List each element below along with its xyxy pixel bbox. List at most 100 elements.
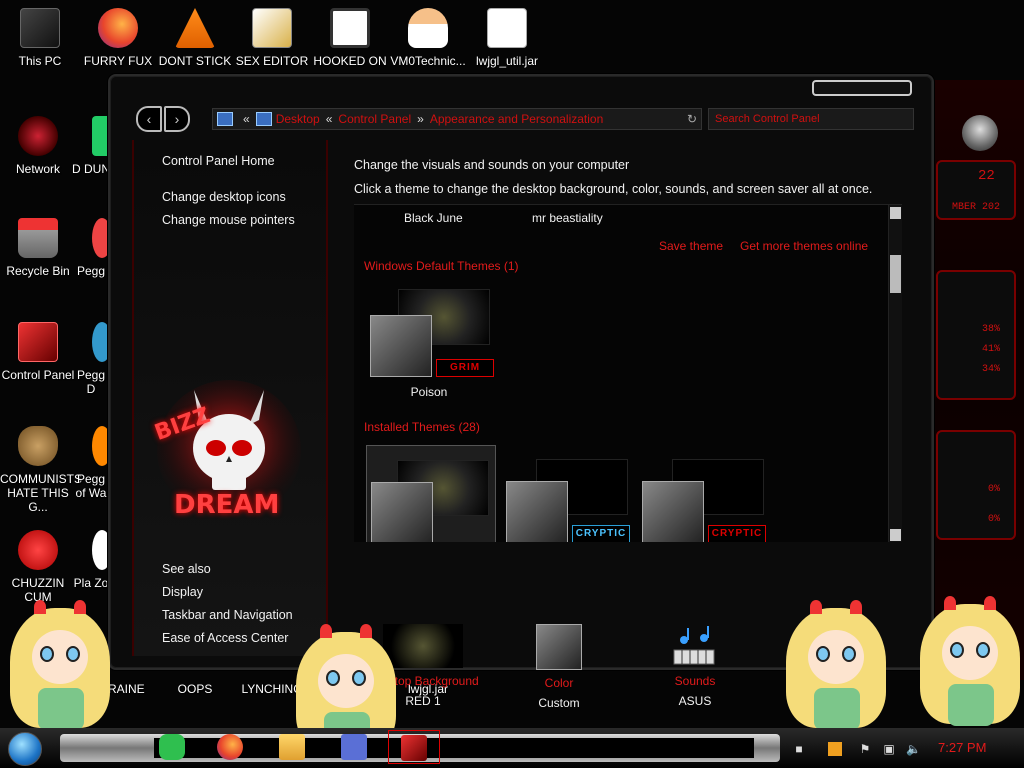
computer-icon [255, 112, 272, 126]
vlc-cone-icon [175, 8, 215, 48]
desktop-icon-label: Pla Zo [73, 576, 109, 590]
wallpaper-panel: 38% 41% 34% [936, 270, 1016, 400]
page-title: Change the visuals and sounds on your co… [354, 158, 630, 172]
main-content: Change the visuals and sounds on your co… [354, 140, 914, 710]
theme-tile-installed-2[interactable]: CRYPTIC [502, 445, 632, 542]
breadcrumb-separator: « [325, 112, 333, 126]
change-mouse-pointers-link[interactable]: Change mouse pointers [162, 213, 295, 227]
tray-stop-icon[interactable]: ■ [792, 742, 806, 756]
desktop-icon-lwjgl-util[interactable]: lwjgl_util.jar [469, 8, 545, 68]
desktop-icon-furry-fux[interactable]: FURRY FUX [80, 8, 156, 68]
my-theme-black-june[interactable]: Black June [404, 211, 463, 225]
desktop-icon-partial[interactable]: Pegg D [72, 322, 110, 396]
taskbar-explorer-button[interactable] [266, 730, 318, 764]
breadcrumb-separator: « [243, 112, 250, 126]
theme-tag: CRYPTIC [708, 525, 766, 542]
desktop-icon-label: Recycle Bin [6, 264, 70, 278]
scroll-down-icon[interactable] [890, 529, 901, 541]
wallpaper-readout: MBER 202 [952, 202, 1001, 213]
desktop-icon-recycle-bin[interactable]: Recycle Bin [0, 218, 76, 278]
desktop-icon-partial[interactable]: Pegg [72, 218, 110, 278]
sounds-icon [668, 624, 722, 668]
taskbar-clock[interactable]: 7:27 PM [938, 740, 986, 755]
scroll-up-icon[interactable] [890, 207, 901, 219]
installed-themes-header: Installed Themes (28) [364, 420, 480, 434]
taskbar-firefox-button[interactable] [204, 730, 256, 764]
wallpaper-readout: 41% [982, 344, 1001, 355]
save-theme-link[interactable]: Save theme [659, 239, 723, 253]
control-panel-window: ‹ › « Desktop « Control Panel » Appearan… [108, 74, 934, 710]
address-bar[interactable]: « Desktop « Control Panel » Appearance a… [212, 108, 702, 130]
sounds-label: Sounds [674, 674, 716, 688]
theme-tag: GRIM [436, 359, 494, 377]
taskbar-navigation-link[interactable]: Taskbar and Navigation [162, 608, 293, 622]
see-also-heading: See also [162, 562, 211, 576]
desktop-icon-label: Pegg D [76, 368, 106, 396]
desktop-icon-label: D DUN [72, 162, 110, 176]
taskbar-control-panel-button[interactable] [388, 730, 440, 764]
computer-icon [217, 112, 233, 126]
breadcrumb-separator: » [417, 112, 424, 126]
sounds-value: ASUS [678, 694, 712, 708]
desktop-icon-this-pc[interactable]: This PC [2, 8, 78, 68]
control-panel-icon [401, 735, 427, 761]
display-link[interactable]: Display [162, 585, 203, 599]
desktop-icon-vm0technic[interactable]: VM0Technic... [390, 8, 466, 68]
theme-tile-poison[interactable]: GRIM Poison [364, 289, 494, 399]
my-theme-mr-beastiality[interactable]: mr beastiality [532, 211, 603, 225]
desktop-icon-label: VM0Technic... [390, 54, 466, 68]
breadcrumb-appearance[interactable]: Appearance and Personalization [430, 112, 603, 126]
firefox-icon [98, 8, 138, 48]
desktop-icon-chuzzin-cum[interactable]: CHUZZIN CUM [0, 530, 76, 604]
window-icon [341, 734, 367, 760]
page-subtitle: Click a theme to change the desktop back… [354, 182, 873, 196]
desktop-icon-label: OOPS [177, 682, 213, 696]
desktop-icon-dont-stick[interactable]: DONT STICK [157, 8, 233, 68]
desktop-icon-partial[interactable]: D DUN [72, 116, 110, 176]
ease-of-access-link[interactable]: Ease of Access Center [162, 631, 288, 645]
desktop-icon-partial[interactable]: Pegg of Wa [72, 426, 110, 500]
refresh-icon[interactable]: ↻ [687, 112, 697, 126]
desktop-icon-network[interactable]: Network [0, 116, 76, 176]
desktop-icon-partial[interactable]: Pla Zo [72, 530, 110, 590]
theme-tile-installed-3[interactable]: CRYPTIC [638, 445, 768, 542]
theme-color-swatch [642, 481, 704, 542]
desktop-icon-label: Pegg of Wa [75, 472, 107, 500]
wallpaper-panel: 22 MBER 202 [936, 160, 1016, 220]
breadcrumb-control-panel[interactable]: Control Panel [338, 112, 411, 126]
desktop-icon-oops[interactable]: OOPS [157, 682, 233, 696]
themes-scrollbar[interactable] [888, 205, 902, 542]
sounds-button[interactable]: Sounds ASUS [630, 624, 760, 708]
cartoon-character [786, 600, 886, 730]
desktop-icon-control-panel[interactable]: Control Panel [0, 322, 76, 382]
change-desktop-icons-link[interactable]: Change desktop icons [162, 190, 286, 204]
desktop-icon-sex-editor[interactable]: SEX EDITOR [234, 8, 310, 68]
cartoon-character [10, 600, 110, 730]
desktop-icon-hooked-on[interactable]: HOOKED ON [312, 8, 388, 68]
wallpaper-readout: 34% [982, 364, 1001, 375]
flag-icon[interactable]: ⚑ [858, 742, 872, 756]
control-panel-home-link[interactable]: Control Panel Home [162, 154, 275, 168]
window-title-bar[interactable] [812, 80, 912, 96]
theme-tag: CRYPTIC [572, 525, 630, 542]
network-icon[interactable]: ▣ [882, 742, 896, 756]
scrollbar-thumb[interactable] [890, 255, 901, 293]
default-themes-header: Windows Default Themes (1) [364, 259, 519, 273]
theme-tile-installed-1[interactable] [366, 445, 496, 542]
tray-app-icon[interactable] [828, 742, 842, 756]
get-more-themes-link[interactable]: Get more themes online [740, 239, 868, 253]
control-panel-icon [18, 322, 58, 362]
taskbar-notes-button[interactable] [146, 730, 198, 764]
cartoon-character [920, 596, 1020, 726]
taskbar-app-button[interactable] [328, 730, 380, 764]
search-input[interactable]: Search Control Panel [708, 108, 914, 130]
volume-icon[interactable]: 🔈 [906, 742, 921, 756]
start-button[interactable] [8, 732, 42, 766]
back-button[interactable]: ‹ [136, 106, 162, 132]
breadcrumb-desktop[interactable]: Desktop [276, 112, 320, 126]
forward-button[interactable]: › [164, 106, 190, 132]
color-button[interactable]: Color Custom [494, 624, 624, 710]
desktop-icon-communists[interactable]: COMMUNISTS HATE THIS G... [0, 426, 82, 514]
color-label: Color [544, 676, 574, 690]
java-jar-icon [487, 8, 527, 48]
